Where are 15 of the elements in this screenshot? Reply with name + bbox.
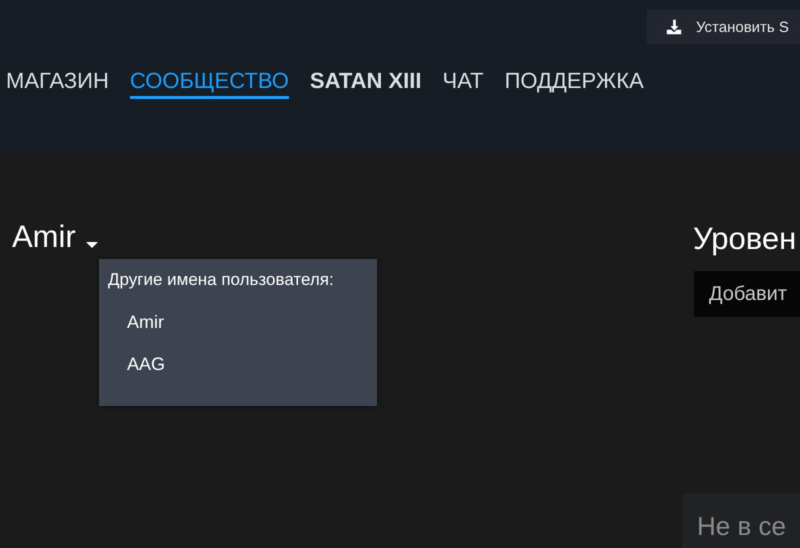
nav-tab[interactable]: ПОДДЕРЖКА <box>504 67 644 99</box>
nav-tab[interactable]: СООБЩЕСТВО <box>130 67 289 99</box>
install-button[interactable]: Установить S <box>647 10 800 44</box>
add-button[interactable]: Добавит <box>694 271 800 317</box>
level-heading: Уровен <box>693 221 798 257</box>
menu-title: Другие имена пользователя: <box>107 269 335 291</box>
alias-item: AAG <box>126 353 166 375</box>
alias-item: Amir <box>126 311 165 333</box>
nav-tab[interactable]: ЧАТ <box>442 67 484 99</box>
nav-tab[interactable]: SATAN XIII <box>310 67 422 99</box>
status-text: Не в се <box>697 511 786 541</box>
download-icon <box>664 18 684 36</box>
profile-name: Amir <box>12 219 76 255</box>
nav-tab[interactable]: МАГАЗИН <box>6 67 109 99</box>
caret-icon[interactable] <box>86 242 98 248</box>
